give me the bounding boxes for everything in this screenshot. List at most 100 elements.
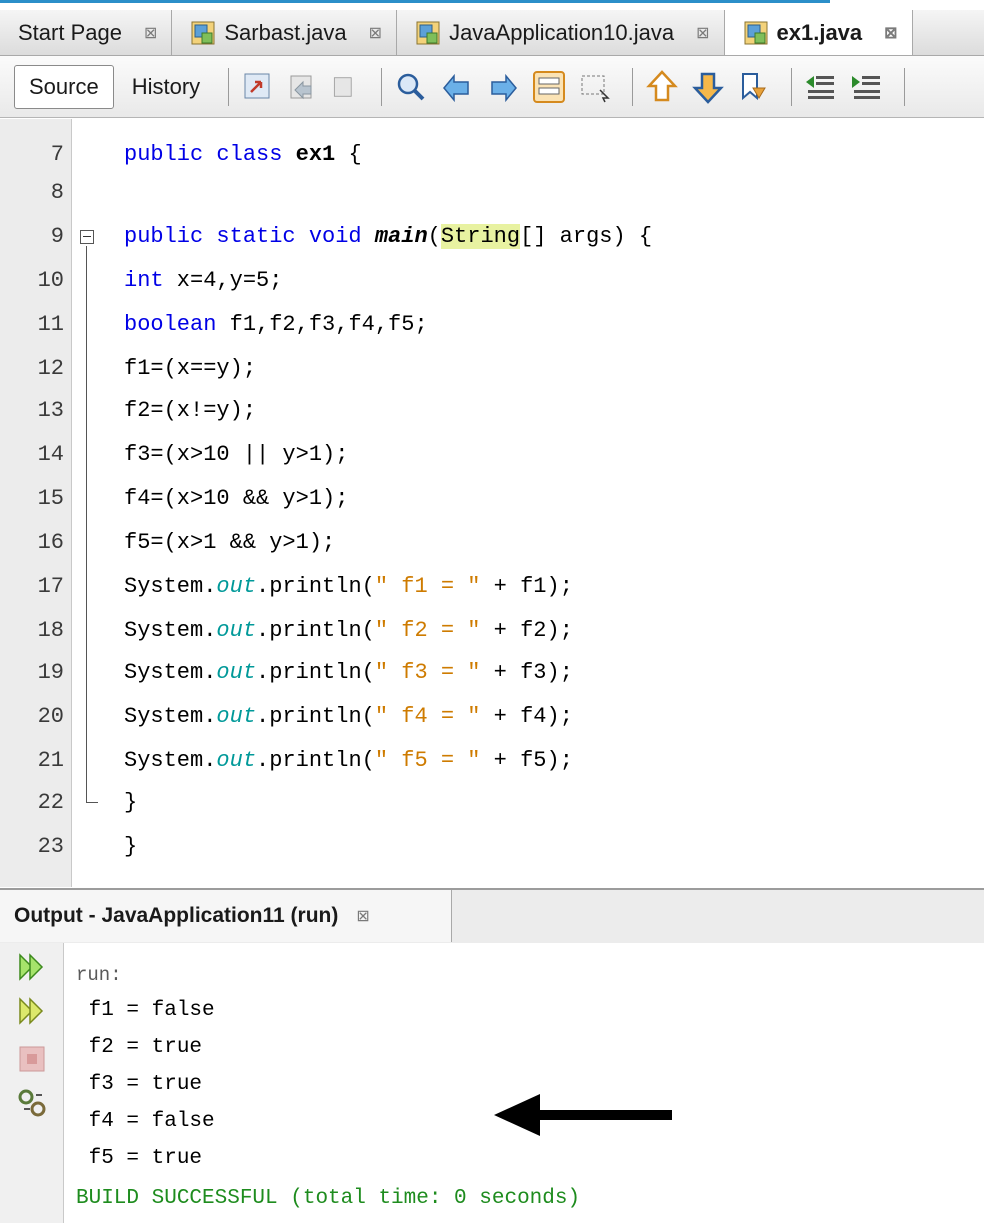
tab-ex1-java[interactable]: ex1.java ⊠: [724, 10, 913, 55]
line-number: 20: [37, 704, 64, 729]
rerun-icon[interactable]: [16, 951, 48, 983]
code-line: 22 }: [0, 784, 984, 822]
static-field: out: [216, 618, 257, 643]
forward-icon[interactable]: [331, 68, 363, 106]
line-number: 16: [37, 530, 64, 555]
keyword: public static void: [124, 224, 362, 249]
code-line: 10 int x=4,y=5;: [0, 262, 984, 300]
close-icon[interactable]: ⊠: [369, 23, 382, 43]
stop-icon[interactable]: [16, 1043, 48, 1075]
output-line: f5 = true: [76, 1147, 203, 1170]
toolbar-separator: [791, 67, 793, 106]
toolbar-separator: [381, 67, 383, 106]
toggle-highlight-icon[interactable]: [530, 68, 568, 106]
output-line: run:: [76, 964, 122, 986]
close-icon[interactable]: ⊠: [356, 906, 369, 926]
line-number: 19: [37, 660, 64, 685]
code-text: System.out.println(" f5 = " + f5);: [124, 742, 573, 780]
source-button[interactable]: Source: [14, 64, 114, 109]
code-line: 18 System.out.println(" f2 = " + f2);: [0, 612, 984, 650]
string-literal: " f4 = ": [374, 704, 481, 729]
toolbar-separator: [632, 67, 634, 106]
window-accent-bar: [0, 0, 830, 3]
tab-javaapplication10-java[interactable]: JavaApplication10.java ⊠: [397, 10, 725, 55]
shift-left-icon[interactable]: [802, 68, 840, 106]
tab-label: JavaApplication10.java: [449, 19, 675, 45]
string-literal: " f3 = ": [374, 660, 481, 685]
static-field: out: [216, 660, 257, 685]
last-edit-icon[interactable]: [239, 68, 277, 106]
code-fragment: .println(: [256, 704, 375, 729]
code-line: 7 public class ex1 {: [0, 136, 984, 174]
line-number: 23: [37, 834, 64, 859]
find-icon[interactable]: [392, 68, 430, 106]
code-text: public static void main(String[] args) {: [124, 224, 653, 249]
toggle-bookmark-icon[interactable]: [735, 68, 773, 106]
line-number: 18: [37, 618, 64, 643]
static-field: out: [216, 704, 257, 729]
find-next-icon[interactable]: [484, 68, 522, 106]
code-fragment: f1,f2,f3,f4,f5;: [216, 312, 428, 337]
back-icon[interactable]: [285, 68, 323, 106]
code-line: 8: [0, 174, 984, 212]
code-fragment: + f4);: [480, 704, 573, 729]
output-line: f1 = false: [76, 999, 215, 1022]
code-text: System.out.println(" f2 = " + f2);: [124, 612, 573, 650]
line-number: 8: [50, 180, 64, 205]
line-number: 22: [37, 790, 64, 815]
code-text: f4=(x>10 && y>1);: [124, 486, 349, 511]
code-fragment: .println(: [256, 574, 375, 599]
toolbar-separator: [904, 67, 906, 106]
code-text: }: [124, 790, 138, 815]
code-line: 19 System.out.println(" f3 = " + f3);: [0, 654, 984, 692]
next-bookmark-icon[interactable]: [689, 68, 727, 106]
history-button[interactable]: History: [118, 65, 214, 109]
output-tab-label: Output - JavaApplication11 (run): [14, 904, 339, 927]
shift-right-icon[interactable]: [848, 68, 886, 106]
code-line: 12 f1=(x==y);: [0, 350, 984, 388]
code-fragment: + f1);: [480, 574, 573, 599]
line-number: 21: [37, 748, 64, 773]
code-fragment: System.: [124, 704, 217, 729]
code-text: f3=(x>10 || y>1);: [124, 442, 349, 467]
code-text: f5=(x>1 && y>1);: [124, 530, 336, 555]
close-icon[interactable]: ⊠: [144, 23, 157, 43]
line-number: 11: [37, 312, 64, 337]
code-fragment: {: [335, 142, 362, 167]
line-number: 13: [37, 398, 64, 423]
tab-start-page[interactable]: Start Page ⊠: [0, 10, 173, 55]
code-fragment: + f3);: [480, 660, 573, 685]
code-text: System.out.println(" f3 = " + f3);: [124, 654, 573, 692]
previous-bookmark-icon[interactable]: [643, 68, 681, 106]
code-line: 23 }: [0, 828, 984, 866]
rerun-with-params-icon[interactable]: [16, 995, 48, 1027]
output-panel-header: Output - JavaApplication11 (run) ⊠: [0, 888, 984, 943]
code-text: f1=(x==y);: [124, 356, 257, 381]
code-text: public class ex1 {: [124, 136, 362, 174]
keyword: int: [124, 268, 164, 293]
code-text: System.out.println(" f1 = " + f1);: [124, 568, 573, 606]
line-number: 7: [50, 142, 64, 167]
tab-label: Sarbast.java: [224, 19, 347, 45]
java-file-icon: [191, 21, 215, 44]
string-literal: " f2 = ": [374, 618, 481, 643]
code-text: System.out.println(" f4 = " + f4);: [124, 698, 573, 736]
code-fragment: System.: [124, 618, 217, 643]
code-line: 15 f4=(x>10 && y>1);: [0, 480, 984, 518]
output-line: f3 = true: [76, 1073, 203, 1096]
find-previous-icon[interactable]: [438, 68, 476, 106]
build-status-line: BUILD SUCCESSFUL (total time: 0 seconds): [76, 1187, 581, 1210]
method-name: main: [374, 224, 428, 249]
settings-icon[interactable]: [16, 1087, 48, 1119]
code-fragment: .println(: [256, 618, 375, 643]
toggle-rect-selection-icon[interactable]: [576, 68, 614, 106]
tab-sarbast-java[interactable]: Sarbast.java ⊠: [172, 10, 398, 55]
line-number: 12: [37, 356, 64, 381]
line-number: 17: [37, 574, 64, 599]
close-icon[interactable]: ⊠: [696, 23, 709, 43]
close-icon[interactable]: ⊠: [884, 23, 897, 43]
line-number: 10: [37, 268, 64, 293]
code-text: f2=(x!=y);: [124, 398, 257, 423]
code-line: 20 System.out.println(" f4 = " + f4);: [0, 698, 984, 736]
output-tab[interactable]: Output - JavaApplication11 (run) ⊠: [0, 890, 452, 942]
